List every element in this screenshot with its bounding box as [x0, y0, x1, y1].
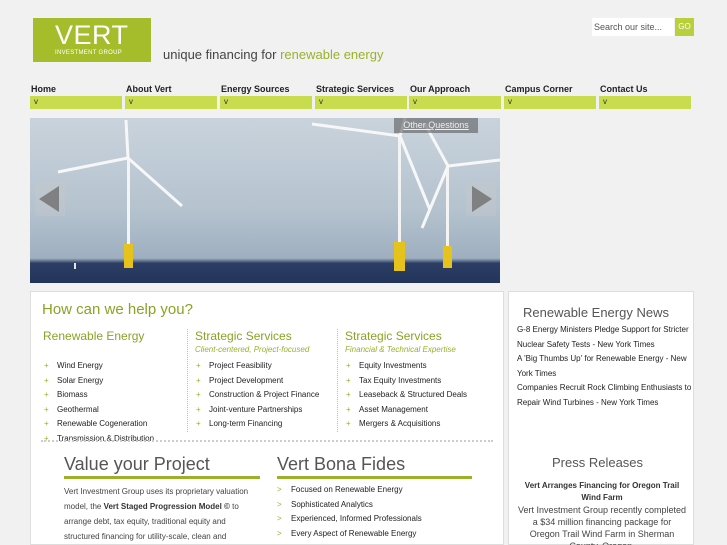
- news-item[interactable]: Companies Recruit Rock Climbing Enthusia…: [517, 381, 695, 410]
- nav-about-vert-dropdown[interactable]: v: [125, 96, 217, 109]
- tagline-plain: unique financing for: [163, 47, 281, 62]
- list-item[interactable]: Every Aspect of Renewable Energy: [277, 527, 472, 542]
- nav-home-dropdown[interactable]: v: [30, 96, 122, 109]
- section-title: Value your Project: [64, 454, 210, 474]
- nav-strategic-services-label[interactable]: Strategic Services: [316, 84, 394, 94]
- tagline: unique financing for renewable energy: [163, 47, 383, 62]
- column-title[interactable]: Strategic Services: [345, 329, 482, 343]
- list-item[interactable]: Project Development: [195, 374, 332, 389]
- list-item[interactable]: Asset Management: [345, 403, 482, 418]
- list-item[interactable]: Project Feasibility: [195, 359, 332, 374]
- strategic-services-expertise-column: Strategic Services Financial & Technical…: [337, 329, 482, 432]
- column-title[interactable]: Strategic Services: [195, 329, 332, 343]
- nav-about-vert-label[interactable]: About Vert: [126, 84, 172, 94]
- nav-contact-us-label[interactable]: Contact Us: [600, 84, 648, 94]
- list-item[interactable]: Sophisticated Analytics: [277, 498, 472, 513]
- nav-contact-us-dropdown[interactable]: v: [599, 96, 691, 109]
- chevron-down-icon: v: [603, 97, 607, 106]
- slideshow-prev-arrow-icon[interactable]: [35, 182, 65, 216]
- wind-turbines-image: [57, 118, 500, 271]
- press-body: Vert Investment Group recently completed…: [517, 505, 687, 545]
- bona-fides-section: Vert Bona Fides Focused on Renewable Ene…: [277, 454, 472, 542]
- list-item[interactable]: Equity Investments: [345, 359, 482, 374]
- nav-strategic-services-dropdown[interactable]: v: [315, 96, 407, 109]
- search-go-button[interactable]: GO: [675, 18, 694, 36]
- list-item[interactable]: Mergers & Acquisitions: [345, 417, 482, 432]
- list-item[interactable]: Tax Equity Investments: [345, 374, 482, 389]
- column-subtitle: Financial & Technical Expertise: [345, 345, 456, 354]
- nav-strategic-services[interactable]: Strategic Services v: [315, 84, 407, 110]
- page: VERT INVESTMENT GROUP unique financing f…: [0, 0, 727, 545]
- chevron-down-icon: v: [413, 97, 417, 106]
- logo-title: VERT: [55, 20, 129, 50]
- list-item[interactable]: Construction & Project Finance: [195, 388, 332, 403]
- renewable-energy-column: Renewable Energy Wind Energy Solar Energ…: [43, 329, 188, 447]
- list-item[interactable]: Experienced, Informed Professionals: [277, 512, 472, 527]
- nav-energy-sources-dropdown[interactable]: v: [220, 96, 312, 109]
- column-subtitle: Client-centered, Project-focused: [195, 345, 310, 354]
- nav-campus-corner-dropdown[interactable]: v: [504, 96, 596, 109]
- chevron-down-icon: v: [319, 97, 323, 106]
- news-list: G-8 Energy Ministers Pledge Support for …: [517, 323, 695, 411]
- divider: [277, 476, 472, 479]
- tagline-highlight: renewable energy: [280, 47, 384, 62]
- logo-subtitle: INVESTMENT GROUP: [55, 50, 123, 56]
- other-questions-link[interactable]: Other Questions: [394, 118, 478, 133]
- press-headline[interactable]: Vert Arranges Financing for Oregon Trail…: [517, 480, 687, 504]
- news-item[interactable]: G-8 Energy Ministers Pledge Support for …: [517, 323, 695, 352]
- list-item[interactable]: Solar Energy: [43, 374, 188, 389]
- list-item[interactable]: Joint-venture Partnerships: [195, 403, 332, 418]
- nav-home[interactable]: Home v: [30, 84, 122, 110]
- divider: [41, 440, 493, 442]
- press-releases-title: Press Releases: [552, 455, 644, 470]
- news-item[interactable]: A 'Big Thumbs Up' for Renewable Energy -…: [517, 352, 695, 381]
- list-item[interactable]: Wind Energy: [43, 359, 188, 374]
- nav-contact-us[interactable]: Contact Us v: [599, 84, 691, 110]
- nav-campus-corner[interactable]: Campus Corner v: [504, 84, 596, 110]
- list-item[interactable]: Long-term Financing: [195, 417, 332, 432]
- main-nav: Home v About Vert v Energy Sources v Str…: [30, 84, 693, 110]
- list-item[interactable]: Geothermal: [43, 403, 188, 418]
- column-title[interactable]: Renewable Energy: [43, 329, 188, 343]
- chevron-down-icon: v: [224, 97, 228, 106]
- list-item[interactable]: Leaseback & Structured Deals: [345, 388, 482, 403]
- nav-our-approach-dropdown[interactable]: v: [409, 96, 501, 109]
- list-item[interactable]: Focused on Renewable Energy: [277, 483, 472, 498]
- nav-about-vert[interactable]: About Vert v: [125, 84, 217, 110]
- chevron-down-icon: v: [34, 97, 38, 106]
- value-text-bold: Vert Staged Progression Model ©: [103, 502, 230, 511]
- wind-turbine-graphic: [311, 118, 432, 271]
- news-title: Renewable Energy News: [523, 305, 669, 320]
- strategic-services-column: Strategic Services Client-centered, Proj…: [187, 329, 332, 432]
- nav-energy-sources[interactable]: Energy Sources v: [220, 84, 312, 110]
- help-title: How can we help you?: [42, 301, 193, 318]
- value-paragraph: Vert Investment Group uses its proprieta…: [64, 484, 260, 544]
- news-sidebar: Renewable Energy News G-8 Energy Ministe…: [508, 291, 694, 545]
- chevron-down-icon: v: [129, 97, 133, 106]
- column-subtitle: [43, 345, 188, 356]
- help-panel: How can we help you? Renewable Energy Wi…: [30, 291, 504, 545]
- search-input[interactable]: [592, 18, 674, 36]
- nav-home-label[interactable]: Home: [31, 84, 56, 94]
- nav-our-approach[interactable]: Our Approach v: [409, 84, 501, 110]
- chevron-down-icon: v: [508, 97, 512, 106]
- wind-turbine-graphic: [57, 119, 183, 268]
- nav-campus-corner-label[interactable]: Campus Corner: [505, 84, 573, 94]
- hero-slideshow[interactable]: Other Questions: [30, 118, 500, 283]
- list-item[interactable]: Biomass: [43, 388, 188, 403]
- nav-energy-sources-label[interactable]: Energy Sources: [221, 84, 290, 94]
- nav-our-approach-label[interactable]: Our Approach: [410, 84, 470, 94]
- slideshow-next-arrow-icon[interactable]: [466, 182, 496, 216]
- vert-logo[interactable]: VERT INVESTMENT GROUP: [33, 18, 151, 62]
- section-title: Vert Bona Fides: [277, 454, 406, 474]
- list-item[interactable]: Renewable Cogeneration: [43, 417, 188, 432]
- divider: [64, 476, 260, 479]
- value-your-project-section: Value your Project Vert Investment Group…: [64, 454, 260, 544]
